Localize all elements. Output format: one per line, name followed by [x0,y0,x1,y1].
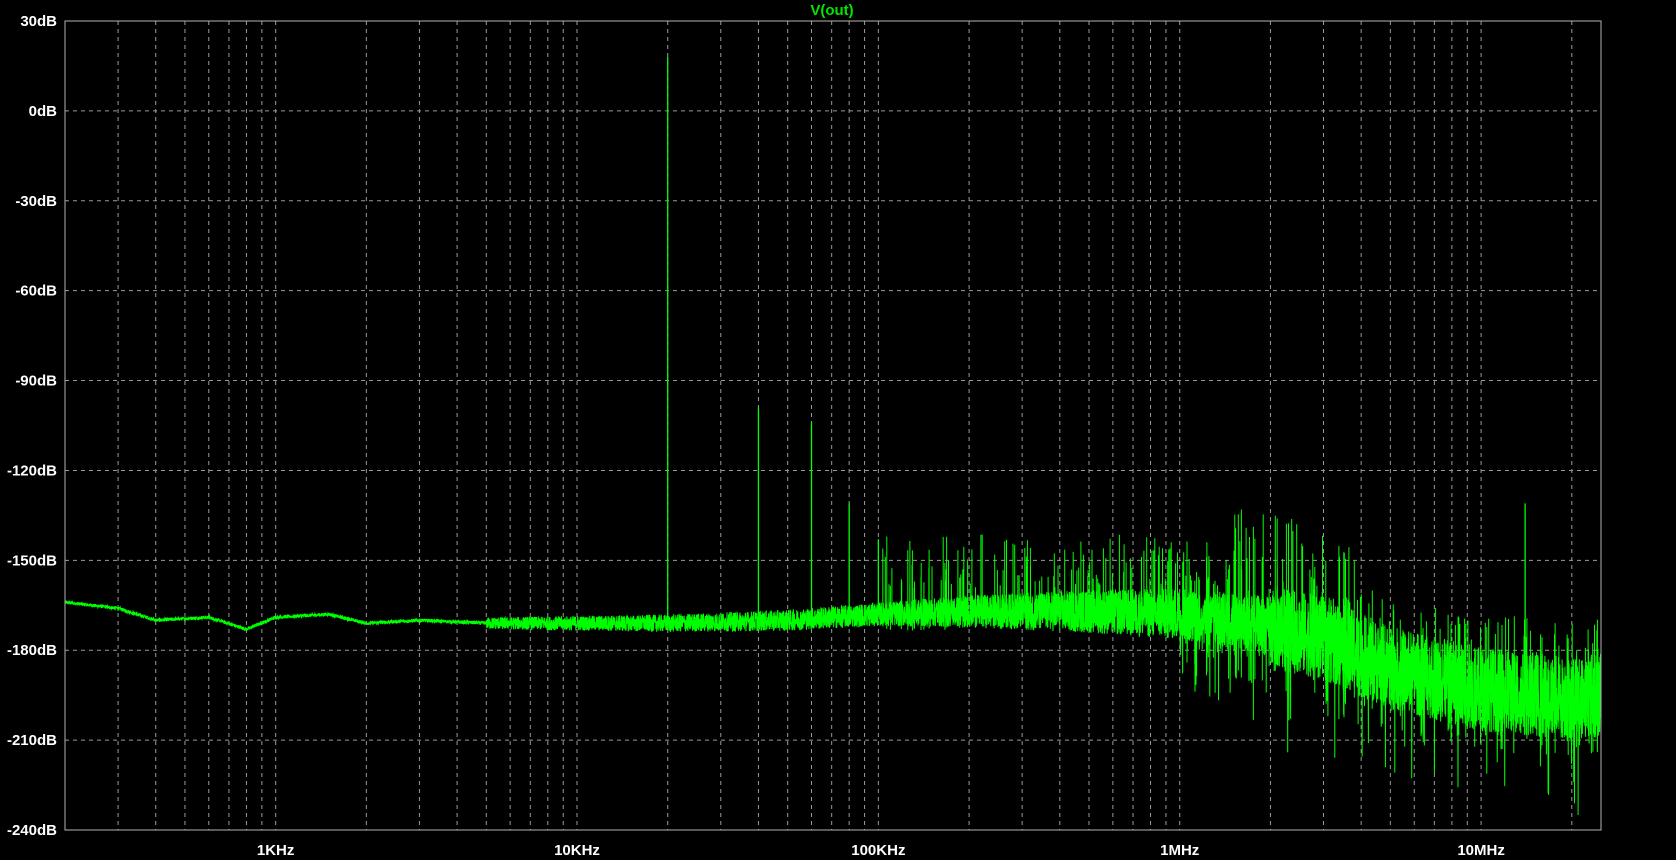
y-tick-label: 30dB [20,13,57,30]
x-tick-label: 10KHz [554,842,600,859]
y-tick-label: -180dB [7,642,57,659]
y-tick-label: -240dB [7,822,57,839]
plot-area: 30dB 0dB -30dB -60dB -90dB -120dB -150dB -180dB… [0,0,1676,860]
x-tick-label: 10MHz [1457,842,1505,859]
x-tick-label: 100KHz [851,842,905,859]
chart-title: V(out) [810,2,853,19]
y-tick-label: -150dB [7,552,57,569]
y-tick-label: -120dB [7,462,57,479]
y-tick-label: -90dB [15,373,57,390]
x-tick-label: 1KHz [257,842,295,859]
y-tick-label: -30dB [15,193,57,210]
y-tick-label: -60dB [15,283,57,300]
y-tick-label: -210dB [7,732,57,749]
x-tick-label: 1MHz [1160,842,1199,859]
y-tick-label: 0dB [29,103,58,120]
